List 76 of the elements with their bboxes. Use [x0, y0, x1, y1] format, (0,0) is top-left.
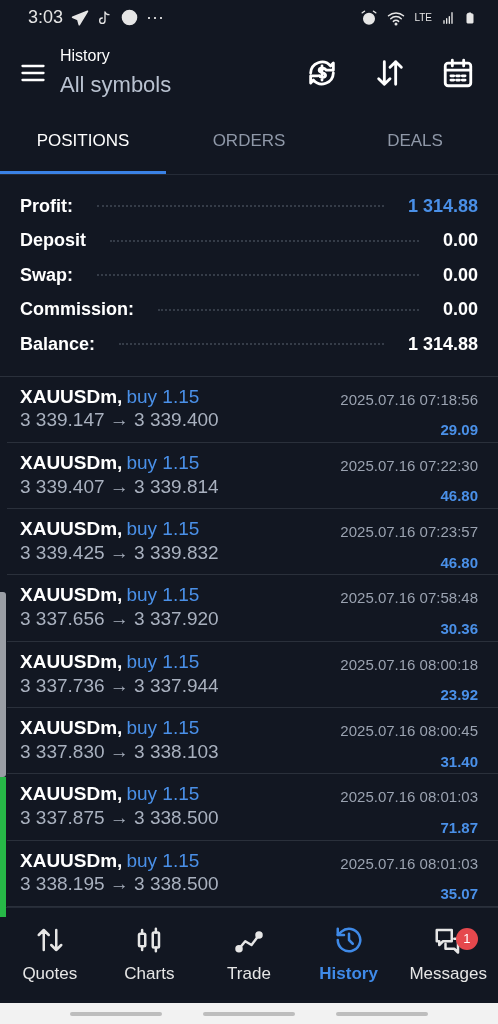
trade-time: 2025.07.16 07:58:48: [340, 588, 478, 609]
alarm-icon: [360, 8, 379, 27]
symbol-text: XAUUSDm,: [20, 650, 123, 672]
trade-side: buy 1.15: [126, 451, 200, 473]
summary-label: Swap:: [20, 263, 73, 287]
position-row[interactable]: XAUUSDm, buy 1.15 3 337.656 → 3 337.920 2025.07.16 07:58:48 30.36: [7, 575, 498, 642]
symbol-text: XAUUSDm,: [20, 385, 123, 407]
position-row[interactable]: XAUUSDm, buy 1.15 3 337.736 → 3 337.944 2025.07.16 08:00:18 23.92: [7, 641, 498, 709]
summary-value: 0.00: [442, 229, 478, 253]
profit-value: 46.80: [440, 552, 478, 573]
trade-time: 2025.07.16 07:22:30: [340, 455, 478, 476]
summary-value: 0.00: [442, 298, 478, 322]
price-range: 3 337.736 → 3 337.944: [20, 673, 219, 698]
profit-value: 71.87: [440, 817, 478, 838]
tab[interactable]: ORDERS: [166, 110, 332, 175]
position-row[interactable]: XAUUSDm, buy 1.15 3 337.875 → 3 338.500 2025.07.16 08:01:03 71.87: [7, 774, 498, 841]
summary-value: 1 314.88: [407, 332, 478, 356]
trade-side: buy 1.15: [126, 518, 200, 540]
profit-value: 31.40: [440, 751, 478, 772]
trade-side: buy 1.15: [126, 650, 200, 672]
symbol-text: XAUUSDm,: [20, 451, 123, 473]
summary-label: Deposit: [20, 229, 86, 253]
nav-tab[interactable]: Messages 1: [398, 907, 498, 1004]
trade-side: buy 1.15: [126, 584, 200, 606]
price-range: 3 338.195 → 3 338.500: [20, 872, 219, 897]
symbol-text: XAUUSDm,: [20, 717, 123, 739]
symbol-text: XAUUSDm,: [20, 518, 123, 540]
screen-title: History: [60, 46, 111, 67]
profit-value: 29.09: [440, 420, 478, 441]
trade-time: 2025.07.16 08:01:03: [340, 853, 478, 874]
profit-value: 35.07: [440, 884, 478, 905]
trade-side: buy 1.15: [126, 783, 200, 805]
network-text: LTE: [414, 11, 432, 26]
symbol-text: XAUUSDm,: [20, 584, 123, 606]
tab[interactable]: DEALS: [332, 110, 498, 175]
trade-time: 2025.07.16 08:01:03: [340, 787, 478, 808]
tab[interactable]: POSITIONS: [0, 110, 166, 175]
nav-tab[interactable]: Quotes: [0, 907, 100, 1004]
trade-side: buy 1.15: [126, 385, 200, 407]
notification-badge: 1: [455, 927, 478, 950]
nav-tab[interactable]: History: [298, 907, 399, 1004]
symbol-filter[interactable]: All symbols: [60, 68, 172, 102]
summary-label: Profit:: [20, 194, 73, 218]
trade-time: 2025.07.16 07:23:57: [340, 522, 478, 543]
clock-text: 3:03: [28, 6, 64, 30]
symbol-text: XAUUSDm,: [20, 849, 123, 871]
trade-side: buy 1.15: [126, 717, 200, 739]
price-range: 3 339.407 → 3 339.814: [20, 474, 219, 499]
price-range: 3 337.656 → 3 337.920: [20, 607, 219, 631]
profit-value: 23.92: [440, 685, 478, 706]
trade-time: 2025.07.16 08:00:18: [340, 654, 478, 675]
symbol-text: XAUUSDm,: [20, 783, 123, 805]
position-row[interactable]: XAUUSDm, buy 1.15 3 338.195 → 3 338.500 2025.07.16 08:01:03 35.07: [7, 840, 498, 907]
trade-time: 2025.07.16 07:18:56: [340, 389, 478, 410]
price-range: 3 337.875 → 3 338.500: [20, 806, 219, 830]
position-row[interactable]: XAUUSDm, buy 1.15 3 337.830 → 3 338.103 2025.07.16 08:00:45 31.40: [7, 708, 498, 775]
more-text: ···: [146, 6, 165, 30]
position-row[interactable]: XAUUSDm, buy 1.15 3 339.425 → 3 339.832 2025.07.16 07:23:57 46.80: [7, 509, 498, 576]
position-row[interactable]: XAUUSDm, buy 1.15 3 339.407 → 3 339.814 2025.07.16 07:22:30 46.80: [7, 442, 498, 510]
profit-value: 46.80: [440, 486, 478, 507]
send-icon: [71, 8, 90, 27]
summary-value: 0.00: [442, 263, 478, 287]
profit-value: 30.36: [440, 618, 478, 639]
summary-value: 1 314.88: [407, 194, 478, 218]
price-range: 3 339.147 → 3 339.400: [20, 408, 219, 433]
signal-icon: [440, 9, 456, 26]
circle-logo-icon: [121, 9, 139, 27]
nav-tab[interactable]: Trade: [199, 907, 299, 1004]
summary-label: Balance:: [20, 332, 96, 356]
summary-label: Commission:: [20, 298, 134, 322]
trade-side: buy 1.15: [126, 849, 200, 871]
price-range: 3 339.425 → 3 339.832: [20, 540, 219, 565]
position-row[interactable]: XAUUSDm, buy 1.15 3 339.147 → 3 339.400 2025.07.16 07:18:56 29.09: [7, 376, 498, 443]
trade-time: 2025.07.16 08:00:45: [340, 721, 478, 742]
nav-tab[interactable]: Charts: [99, 907, 200, 1004]
price-range: 3 337.830 → 3 338.103: [20, 739, 219, 764]
